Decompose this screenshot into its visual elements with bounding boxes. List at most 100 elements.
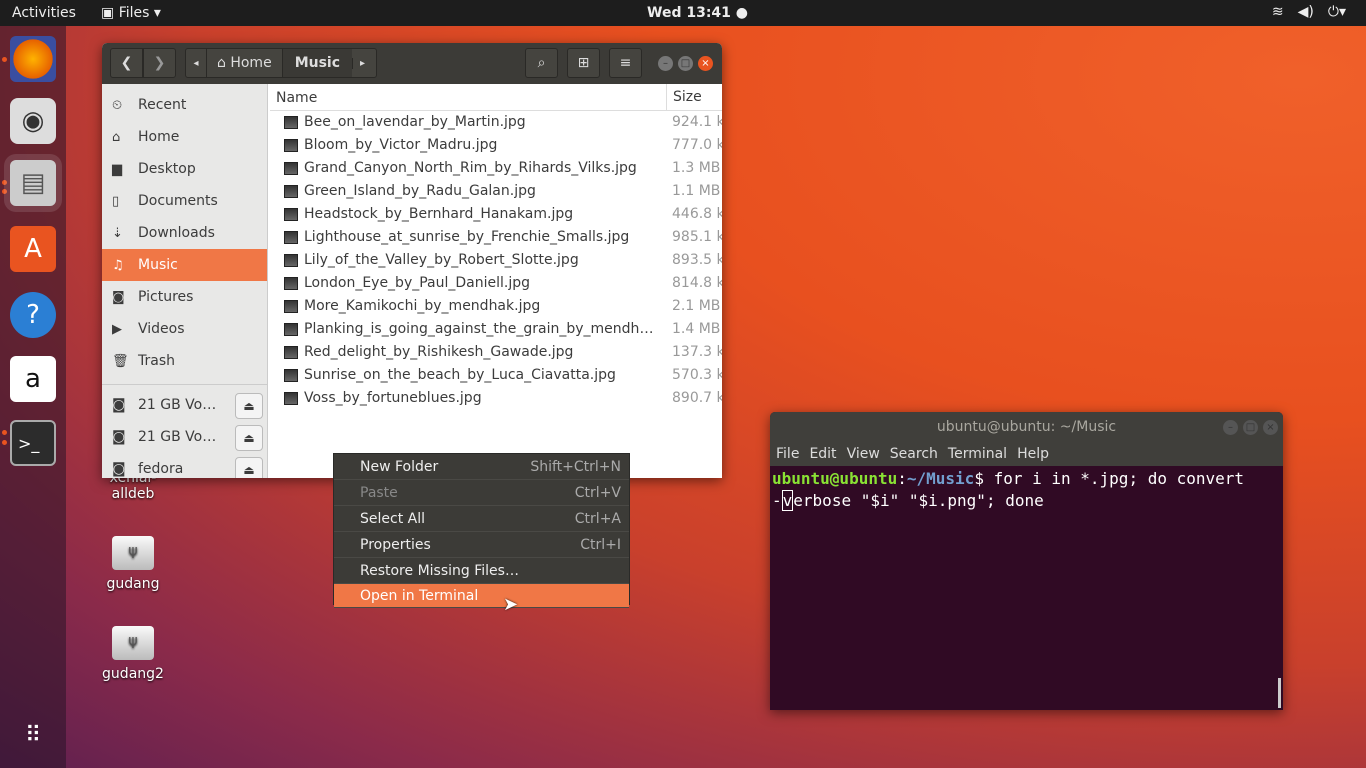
terminal-title: ubuntu@ubuntu: ~/Music [936,419,1117,435]
terminal-minimize-button[interactable]: – [1223,420,1238,435]
sidebar-device[interactable]: ◙ 21 GB Vo… ⏏ [102,389,267,421]
menu-item-restore-missing-files[interactable]: Restore Missing Files… [334,558,629,584]
sidebar-item-label: Documents [138,193,218,209]
column-name[interactable]: Name [276,90,317,106]
file-row[interactable]: Sunrise_on_the_beach_by_Luca_Ciavatta.jp… [270,364,722,387]
file-row[interactable]: Red_delight_by_Rishikesh_Gawade.jpg 137.3… [270,341,722,364]
file-row[interactable]: Voss_by_fortuneblues.jpg 890.7 kB [270,387,722,410]
file-row[interactable]: Headstock_by_Bernhard_Hanakam.jpg 446.8 k… [270,203,722,226]
sidebar-item-desktop[interactable]: ▆ Desktop [102,153,267,185]
maximize-button[interactable]: □ [678,56,693,71]
show-apps-icon[interactable]: ⠿ [10,712,56,758]
image-file-icon [284,254,298,267]
sidebar-item-downloads[interactable]: ⇣ Downloads [102,217,267,249]
minimize-button[interactable]: – [658,56,673,71]
file-row[interactable]: Lily_of_the_Valley_by_Robert_Slotte.jpg 8… [270,249,722,272]
file-size: 985.1 kB [672,229,722,245]
file-row[interactable]: Planking_is_going_against_the_grain_by_m… [270,318,722,341]
drive-icon: ◙ [112,461,126,477]
sidebar-item-pictures[interactable]: ◙ Pictures [102,281,267,313]
file-row[interactable]: More_Kamikochi_by_mendhak.jpg 2.1 MB [270,295,722,318]
terminal-icon[interactable]: >_ [10,420,56,466]
firefox-icon[interactable] [10,36,56,82]
menu-button[interactable]: ≡ [609,48,642,78]
sidebar-item-documents[interactable]: ▯ Documents [102,185,267,217]
forward-button[interactable]: ❯ [143,48,176,78]
file-name: Bee_on_lavendar_by_Martin.jpg [304,114,526,130]
terminal-menu-search[interactable]: Search [890,446,938,462]
eject-button[interactable]: ⏏ [235,457,263,478]
sidebar-device[interactable]: ◙ 21 GB Vo… ⏏ [102,421,267,453]
breadcrumb-right-arrow[interactable]: ▸ [352,57,372,69]
system-tray[interactable]: ≋ ◀) ⏻▾ [1272,4,1346,20]
menu-item-label: Paste [360,484,398,501]
back-button[interactable]: ❮ [110,48,143,78]
search-button[interactable]: ⌕ [525,48,558,78]
sidebar-item-videos[interactable]: ▶ Videos [102,313,267,345]
terminal-menu-file[interactable]: File [776,446,799,462]
menu-item-properties[interactable]: Properties Ctrl+I [334,532,629,558]
terminal-close-button[interactable]: × [1263,420,1278,435]
image-file-icon [284,162,298,175]
terminal-maximize-button[interactable]: □ [1243,420,1258,435]
terminal-menu-terminal[interactable]: Terminal [948,446,1007,462]
file-name: London_Eye_by_Paul_Daniell.jpg [304,275,531,291]
column-size[interactable]: Size [666,84,702,111]
eject-button[interactable]: ⏏ [235,393,263,419]
close-button[interactable]: × [698,56,713,71]
terminal-menu-help[interactable]: Help [1017,446,1049,462]
desktop-item-gudang2[interactable]: ψ gudang2 [93,626,173,682]
desktop-item-gudang[interactable]: ψ gudang [93,536,173,592]
menu-item-open-in-terminal[interactable]: Open in Terminal [334,584,629,608]
file-name: Red_delight_by_Rishikesh_Gawade.jpg [304,344,574,360]
activities-button[interactable]: Activities [12,5,76,21]
help-icon[interactable]: ? [10,292,56,338]
breadcrumb-home[interactable]: ⌂ Home [206,49,282,77]
image-file-icon [284,323,298,336]
sidebar-item-music[interactable]: ♫ Music [102,249,267,281]
breadcrumb-music[interactable]: Music [281,49,353,77]
videos-icon: ▶ [112,321,122,337]
home-icon: ⌂ [217,55,231,71]
file-row[interactable]: Green_Island_by_Radu_Galan.jpg 1.1 MB [270,180,722,203]
terminal-menu-view[interactable]: View [847,446,880,462]
menu-item-new-folder[interactable]: New Folder Shift+Ctrl+N [334,454,629,480]
sidebar-item-recent[interactable]: ⏲ Recent [102,89,267,121]
eject-button[interactable]: ⏏ [235,425,263,451]
view-toggle-button[interactable]: ⊞ [567,48,600,78]
breadcrumb-left-arrow[interactable]: ◂ [186,58,206,69]
breadcrumb-home-label: Home [230,55,272,71]
clock[interactable]: Wed 13:41 ● [647,5,748,21]
file-row[interactable]: Grand_Canyon_North_Rim_by_Rihards_Vilks.… [270,157,722,180]
recent-icon: ⏲ [112,97,123,113]
terminal-output[interactable]: ubuntu@ubuntu:~/Music$ for i in *.jpg; d… [770,466,1283,514]
menu-item-accel: Shift+Ctrl+N [530,458,621,475]
sidebar-device[interactable]: ◙ fedora ⏏ [102,453,267,478]
image-file-icon [284,208,298,221]
text-cursor: v [781,490,794,511]
drive-icon: ◙ [112,429,126,445]
terminal-window: ubuntu@ubuntu: ~/Music – □ × File Edit Vie… [770,412,1283,710]
files-icon[interactable]: ▤ [10,160,56,206]
menu-item-label: Properties [360,536,431,553]
desktop-label: gudang [106,576,160,592]
device-label: 21 GB Vo… [138,429,217,445]
terminal-scrollbar[interactable] [1278,678,1281,708]
file-row[interactable]: Lighthouse_at_sunrise_by_Frenchie_Smalls… [270,226,722,249]
file-row[interactable]: Bee_on_lavendar_by_Martin.jpg 924.1 kB [270,111,722,134]
file-row[interactable]: Bloom_by_Victor_Madru.jpg 777.0 kB [270,134,722,157]
sidebar-item-home[interactable]: ⌂ Home [102,121,267,153]
file-size: 893.5 kB [672,252,722,268]
file-size: 1.1 MB [672,183,721,199]
software-center-icon[interactable]: A [10,226,56,272]
image-file-icon [284,300,298,313]
sidebar-item-trash[interactable]: 🗑 Trash [102,345,267,377]
rhythmbox-icon[interactable]: ◉ [10,98,56,144]
terminal-menu-edit[interactable]: Edit [809,446,836,462]
amazon-icon[interactable]: a [10,356,56,402]
image-file-icon [284,346,298,359]
terminal-menubar: File Edit View Search Terminal Help [770,442,1283,466]
app-menu[interactable]: ▣ Files ▾ [101,5,161,21]
menu-item-select-all[interactable]: Select All Ctrl+A [334,506,629,532]
file-row[interactable]: London_Eye_by_Paul_Daniell.jpg 814.8 kB [270,272,722,295]
